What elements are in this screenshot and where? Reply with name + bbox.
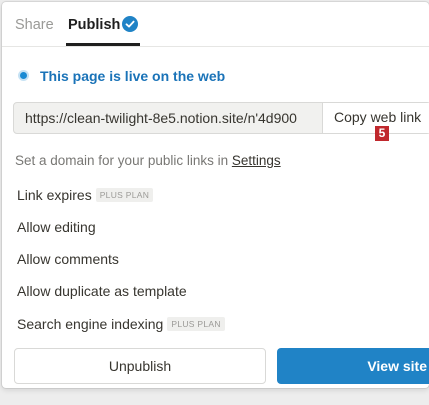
option-search-indexing[interactable]: Search engine indexing PLUS PLAN — [17, 316, 225, 332]
tab-bar: Share Publish — [2, 2, 429, 47]
settings-link[interactable]: Settings — [232, 153, 281, 168]
option-allow-comments[interactable]: Allow comments — [17, 251, 119, 267]
domain-hint-text: Set a domain for your public links in — [15, 153, 232, 168]
tab-publish-label: Publish — [68, 17, 121, 33]
url-value: https://clean-twilight-8e5.notion.site/n… — [25, 110, 297, 126]
live-dot-icon — [20, 72, 27, 79]
tab-share[interactable]: Share — [15, 17, 54, 33]
live-status-text: This page is live on the web — [40, 68, 226, 84]
option-allow-duplicate[interactable]: Allow duplicate as template — [17, 283, 187, 299]
plus-plan-tag: PLUS PLAN — [167, 317, 225, 331]
check-circle-icon — [122, 16, 138, 32]
publish-panel: Share Publish This page is live on the w… — [2, 2, 429, 388]
domain-hint: Set a domain for your public links in Se… — [15, 153, 281, 168]
view-site-button[interactable]: View site — [277, 348, 429, 384]
plus-plan-tag: PLUS PLAN — [95, 188, 154, 202]
active-tab-indicator — [66, 43, 140, 46]
option-link-expires[interactable]: Link expires PLUS PLAN — [17, 187, 154, 203]
step-badge: 5 — [375, 126, 389, 141]
option-link-expires-label: Link expires — [17, 187, 92, 203]
unpublish-button[interactable]: Unpublish — [14, 348, 266, 384]
option-allow-editing[interactable]: Allow editing — [17, 219, 96, 235]
option-search-indexing-label: Search engine indexing — [17, 316, 164, 332]
tab-publish[interactable]: Publish — [68, 17, 120, 33]
